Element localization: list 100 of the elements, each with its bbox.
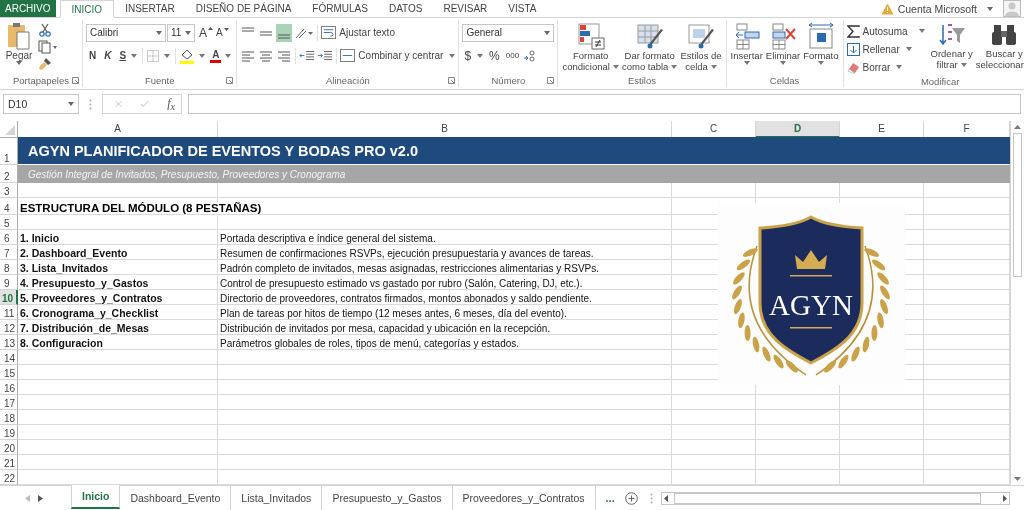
row-header[interactable]: 17	[0, 395, 18, 410]
insert-cells-button[interactable]: Insertar	[729, 22, 764, 65]
ribbon-tab[interactable]: REVISAR	[433, 0, 498, 17]
caret-icon[interactable]	[164, 53, 171, 58]
caret-icon[interactable]	[131, 53, 138, 58]
ribbon-tab[interactable]: FÓRMULAS	[302, 0, 378, 17]
italic-button[interactable]: K	[101, 46, 115, 65]
ribbon-tab[interactable]: VISTA	[498, 0, 547, 17]
ribbon-tab[interactable]: INSERTAR	[115, 0, 185, 17]
scroll-right-icon[interactable]	[1003, 494, 1007, 502]
fill-button[interactable]: Rellenar	[846, 40, 929, 58]
row-header[interactable]: 22	[0, 470, 18, 485]
dialog-launcher-icon[interactable]	[226, 77, 234, 84]
decrease-indent-icon[interactable]	[299, 48, 316, 63]
row-header[interactable]: 18	[0, 410, 18, 425]
brush-icon[interactable]	[38, 57, 52, 71]
dialog-launcher-icon[interactable]	[547, 77, 555, 84]
row-header[interactable]: 12	[0, 320, 18, 335]
account-name[interactable]: Cuenta Microsoft	[897, 2, 977, 15]
font-color-button[interactable]: A	[210, 48, 222, 63]
row-header[interactable]: 13	[0, 335, 18, 350]
wrap-text-button[interactable]: Ajustar texto	[321, 23, 395, 42]
paste-button[interactable]: Pegar	[3, 22, 35, 65]
scroll-down-icon[interactable]	[1014, 477, 1021, 481]
decimal-icon[interactable]	[523, 48, 538, 63]
scroll-up-icon[interactable]	[1014, 125, 1021, 129]
copy-icon[interactable]	[38, 40, 58, 54]
row-header[interactable]: 10	[0, 290, 18, 305]
ribbon-tab[interactable]: INICIO	[59, 0, 115, 18]
increase-indent-icon[interactable]	[317, 48, 334, 63]
prev-sheet-icon[interactable]	[25, 494, 30, 502]
formula-input[interactable]	[188, 94, 1021, 114]
font-name-field[interactable]: Calibri	[86, 23, 166, 42]
row-header[interactable]: 21	[0, 455, 18, 470]
find-select-button[interactable]: Buscar y seleccionar	[974, 22, 1024, 70]
next-sheet-icon[interactable]	[38, 494, 43, 502]
currency-button[interactable]: $	[462, 46, 474, 65]
ribbon-tab[interactable]: DISEÑO DE PÁGINA	[185, 0, 302, 17]
sheet-tab[interactable]: Presupuesto_y_Gastos	[322, 486, 453, 510]
align-bottom-icon[interactable]	[276, 23, 293, 42]
merge-center-button[interactable]: Combinar y centrar	[340, 46, 456, 65]
sort-filter-button[interactable]: Ordenar y filtrar	[929, 22, 974, 70]
grip-icon	[89, 98, 92, 110]
row-header[interactable]: 20	[0, 440, 18, 455]
table-cell: 6. Cronograma_y_Checklist	[20, 307, 159, 319]
underline-button[interactable]: S	[116, 46, 128, 65]
caret-icon	[960, 62, 967, 67]
scroll-left-icon[interactable]	[663, 494, 668, 502]
shrink-font-button[interactable]: A	[216, 23, 229, 42]
caret-icon	[16, 61, 22, 65]
table-cell: Parámetros globales de roles, tipos de menú, categorías y estados.	[220, 338, 520, 349]
thousands-button[interactable]: 000	[503, 46, 522, 65]
dialog-launcher-icon[interactable]	[72, 77, 79, 84]
name-box[interactable]: D10	[3, 94, 79, 114]
fill-color-icon[interactable]	[179, 47, 196, 64]
row-header[interactable]: 5	[0, 215, 18, 230]
select-all-corner[interactable]	[0, 121, 18, 138]
caret-icon[interactable]	[987, 6, 993, 11]
table-format-icon	[635, 22, 664, 50]
add-sheet-icon[interactable]	[624, 491, 638, 505]
grow-font-button[interactable]: A	[199, 23, 213, 42]
row-header[interactable]: 4	[0, 198, 18, 215]
ribbon-tab[interactable]: ARCHIVO	[0, 0, 56, 17]
delete-cells-button[interactable]: Eliminar	[764, 22, 802, 65]
row-header[interactable]: 6	[0, 230, 18, 245]
borders-icon[interactable]	[146, 48, 161, 63]
row-header[interactable]: 19	[0, 425, 18, 440]
row-header[interactable]: 7	[0, 245, 18, 260]
clear-button[interactable]: Borrar	[846, 58, 929, 76]
insert-function-button[interactable]: f$_{x}$	[167, 95, 175, 113]
vertical-scrollbar[interactable]	[1010, 121, 1024, 485]
row-header[interactable]: 11	[0, 305, 18, 320]
conditional-format-button[interactable]: Formato condicional	[561, 22, 620, 72]
percent-button[interactable]: %	[487, 46, 502, 65]
sheet-tab[interactable]: Dashboard_Evento	[120, 486, 232, 510]
row-header[interactable]: 14	[0, 350, 18, 365]
ribbon-tab[interactable]: DATOS	[378, 0, 433, 17]
sheet-tab[interactable]: Inicio	[71, 485, 121, 509]
row-header[interactable]: 8	[0, 260, 18, 275]
caret-icon[interactable]	[477, 53, 484, 58]
check-icon[interactable]	[140, 99, 150, 109]
horizontal-scrollbar[interactable]	[660, 491, 1010, 505]
caret-icon[interactable]	[199, 53, 206, 58]
bold-button[interactable]: N	[86, 46, 100, 65]
row-header[interactable]: 3	[0, 183, 18, 198]
number-format-field[interactable]: General	[462, 23, 555, 42]
more-sheets-button[interactable]: ...	[605, 492, 615, 504]
cell-styles-button[interactable]: Estilos de celda	[679, 22, 723, 72]
grip-icon	[649, 492, 653, 504]
table-format-button[interactable]: Dar formato como tabla	[620, 22, 679, 72]
scissors-icon[interactable]	[38, 23, 52, 37]
caret-icon[interactable]	[225, 53, 232, 58]
row-header[interactable]: 15	[0, 365, 18, 380]
autosum-button[interactable]: Autosuma	[846, 22, 929, 40]
row-header[interactable]: 16	[0, 380, 18, 395]
sheet-tab[interactable]: Lista_Invitados	[231, 486, 323, 510]
format-cells-button[interactable]: Formato	[802, 22, 840, 65]
font-size-field[interactable]: 11	[167, 23, 195, 42]
sheet-tab[interactable]: Proveedores_y_Contratos	[452, 486, 596, 510]
dialog-launcher-icon[interactable]	[448, 77, 456, 84]
